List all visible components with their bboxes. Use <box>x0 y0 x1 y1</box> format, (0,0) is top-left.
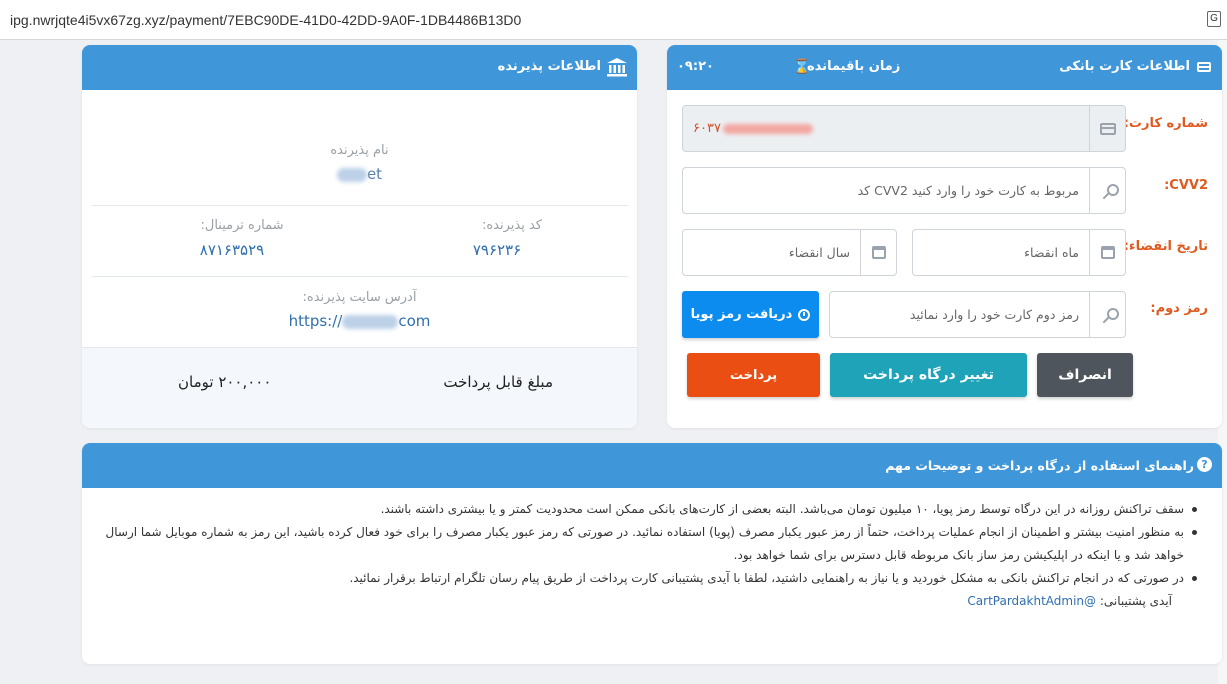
change-gateway-button[interactable]: تغییر درگاه پرداخت <box>830 353 1027 397</box>
card-info-title: اطلاعات کارت بانکی <box>1059 59 1190 74</box>
terminal-number-value: ۸۷۱۶۳۵۲۹ <box>199 241 265 259</box>
bank-icon <box>607 58 627 77</box>
expiry-label: تاریخ انقضاء: <box>1123 239 1208 254</box>
card-number-digits: ۶۰۳۷ <box>693 121 721 136</box>
calendar-icon <box>871 246 886 259</box>
key-icon <box>1100 183 1119 199</box>
merchant-site-value[interactable]: https:// com <box>82 312 637 330</box>
pin2-field[interactable]: رمز دوم کارت خود را وارد نمائید <box>829 291 1126 338</box>
month-addon <box>1089 230 1125 275</box>
guide-card: ? راهنمای استفاده از درگاه پرداخت و توضی… <box>82 443 1222 664</box>
merchant-code-value: ۷۹۶۲۳۶ <box>472 241 522 259</box>
pin2-addon <box>1089 292 1125 337</box>
merchant-name-label: نام پذیرنده <box>330 143 389 158</box>
terminal-number-label: شماره ترمینال: <box>200 218 284 233</box>
guide-header: ? راهنمای استفاده از درگاه پرداخت و توضی… <box>82 443 1222 488</box>
expiry-year-field[interactable]: سال انقضاء <box>682 229 897 276</box>
redacted-text <box>342 314 399 329</box>
cvv2-addon <box>1089 168 1125 213</box>
guide-list: سقف تراکنش روزانه در این درگاه توسط رمز … <box>82 488 1222 590</box>
site-suffix[interactable]: com <box>398 312 430 330</box>
card-number-label: شماره کارت: <box>1123 116 1208 131</box>
url-text[interactable]: ipg.nwrjqte4i5vx67zg.xyz/payment/7EBC90D… <box>10 12 521 28</box>
month-placeholder: ماه انقضاء <box>1024 245 1079 260</box>
guide-item: به منظور امنیت بیشتر و اطمینان از انجام … <box>102 521 1197 567</box>
pay-button[interactable]: پرداخت <box>687 353 820 397</box>
redacted-text <box>336 167 367 182</box>
amount-footer: مبلغ قابل پرداخت ۲۰۰,۰۰۰ تومان <box>82 347 637 428</box>
cancel-button[interactable]: انصراف <box>1037 353 1133 397</box>
guide-item: در صورتی که در انجام تراکنش بانکی به مشک… <box>102 567 1197 590</box>
site-prefix[interactable]: https:// <box>289 312 343 330</box>
card-info-card: اطلاعات کارت بانکی زمان باقیمانده ⌛ ۰۹:۲… <box>667 45 1222 428</box>
translate-icon[interactable]: G <box>1207 11 1221 27</box>
merchant-name-text: et <box>366 165 383 183</box>
get-otp-button[interactable]: دریافت رمز پویا <box>682 291 819 338</box>
address-bar[interactable]: ipg.nwrjqte4i5vx67zg.xyz/payment/7EBC90D… <box>0 0 1227 40</box>
redacted-text <box>722 123 813 134</box>
clock-icon <box>798 308 811 321</box>
guide-body: سقف تراکنش روزانه در این درگاه توسط رمز … <box>82 488 1222 664</box>
expiry-month-field[interactable]: ماه انقضاء <box>912 229 1126 276</box>
timer-value: ۰۹:۲۰ <box>677 59 714 74</box>
card-info-header: اطلاعات کارت بانکی زمان باقیمانده ⌛ ۰۹:۲… <box>667 45 1222 90</box>
divider <box>92 205 628 206</box>
timer-label: زمان باقیمانده <box>807 59 901 74</box>
support-handle-link[interactable]: @CartPardakhtAdmin <box>967 594 1096 608</box>
merchant-name-value: et <box>82 165 637 183</box>
card-number-field[interactable]: ۶۰۳۷ <box>682 105 1126 152</box>
pin2-label: رمز دوم: <box>1150 301 1208 316</box>
merchant-code-label: کد پذیرنده: <box>481 218 542 233</box>
key-icon <box>1100 307 1119 323</box>
year-placeholder: سال انقضاء <box>788 245 850 260</box>
card-number-value[interactable]: ۶۰۳۷ <box>693 106 813 151</box>
card-number-addon <box>1089 106 1125 151</box>
divider <box>92 276 628 277</box>
support-line: آیدی پشتیبانی: @CartPardakhtAdmin <box>82 590 1222 613</box>
help-icon: ? <box>1197 457 1212 472</box>
cvv2-label: CVV2: <box>1164 178 1208 193</box>
credit-card-icon <box>1099 122 1116 135</box>
hourglass-icon: ⌛ <box>793 59 811 75</box>
merchant-site-label: آدرس سایت پذیرنده: <box>302 290 417 305</box>
guide-title: راهنمای استفاده از درگاه پرداخت و توضیحا… <box>885 458 1194 473</box>
pin2-placeholder: رمز دوم کارت خود را وارد نمائید <box>909 307 1079 322</box>
merchant-card-header: اطلاعات پذیرنده <box>82 45 637 90</box>
merchant-card-title: اطلاعات پذیرنده <box>497 59 601 74</box>
credit-card-icon <box>1197 62 1211 72</box>
cvv2-placeholder: مربوط به کارت خود را وارد کنید CVV2 کد <box>857 183 1079 198</box>
calendar-icon <box>1100 246 1115 259</box>
amount-value: ۲۰۰,۰۰۰ تومان <box>178 373 272 391</box>
otp-button-label: دریافت رمز پویا <box>690 307 793 322</box>
amount-label: مبلغ قابل پرداخت <box>443 373 553 391</box>
cvv2-field[interactable]: مربوط به کارت خود را وارد کنید CVV2 کد <box>682 167 1126 214</box>
merchant-info-card: اطلاعات پذیرنده نام پذیرنده et کد پذیرند… <box>82 45 637 428</box>
guide-item: سقف تراکنش روزانه در این درگاه توسط رمز … <box>102 498 1197 521</box>
support-label: آیدی پشتیبانی: <box>1099 594 1172 608</box>
year-addon <box>860 230 896 275</box>
